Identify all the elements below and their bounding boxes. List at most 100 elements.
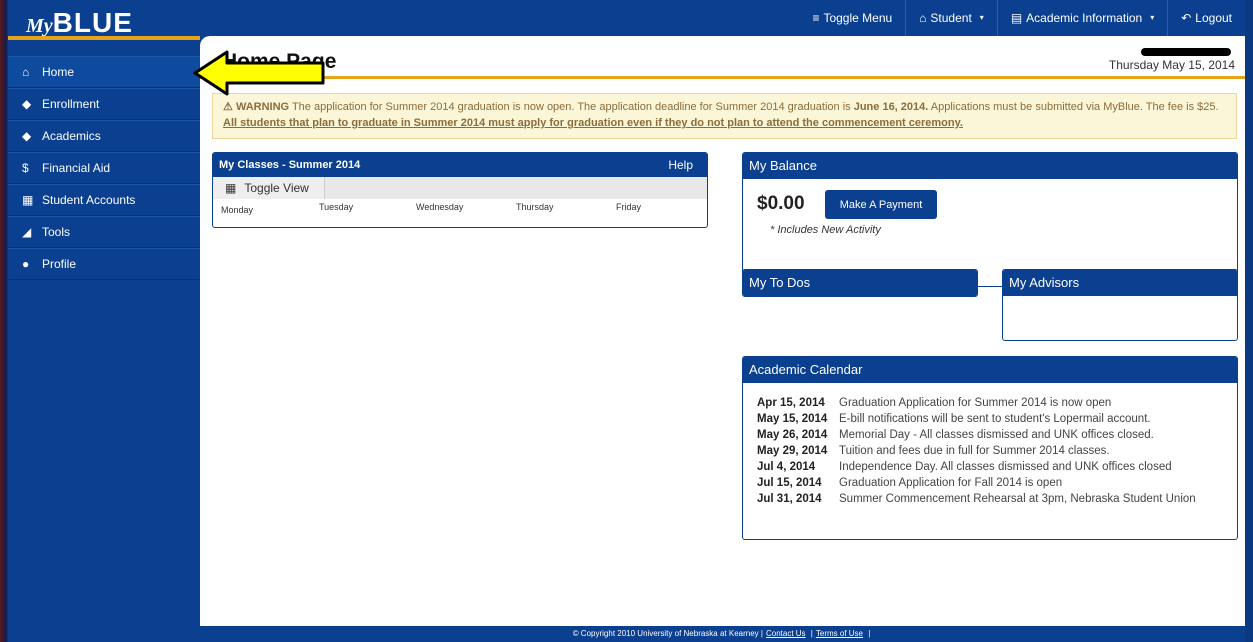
- sidebar-item-label: Student Accounts: [42, 193, 136, 207]
- sidebar-item-academics[interactable]: ◆ Academics: [8, 120, 200, 152]
- academic-calendar-panel: Academic Calendar Apr 15, 2014 Graduatio…: [742, 356, 1238, 540]
- event-text: Graduation Application for Summer 2014 i…: [839, 397, 1112, 409]
- sidebar-item-label: Profile: [42, 257, 77, 271]
- weekday-label: Friday: [616, 202, 642, 212]
- current-date: Thursday May 15, 2014: [1108, 58, 1235, 72]
- help-link[interactable]: Help: [668, 153, 693, 177]
- event-date: May 29, 2014: [757, 445, 828, 457]
- contact-us-link[interactable]: Contact Us: [766, 629, 806, 638]
- event-date: Jul 4, 2014: [757, 461, 816, 473]
- my-todos-header: My To Dos: [743, 270, 977, 296]
- event-text: E-bill notifications will be sent to stu…: [839, 413, 1151, 425]
- event-text: Memorial Day - All classes dismissed and…: [839, 429, 1154, 441]
- graduation-cap-icon: ◆: [22, 129, 32, 143]
- event-text: Summer Commencement Rehearsal at 3pm, Ne…: [839, 493, 1196, 505]
- footer-separator: |: [868, 629, 871, 638]
- my-advisors-header: My Advisors: [1003, 270, 1237, 296]
- warning-apply-link[interactable]: All students that plan to graduate in Su…: [223, 117, 963, 129]
- calendar-event: May 29, 2014 Tuition and fees due in ful…: [757, 443, 1223, 459]
- toggle-view-label: Toggle View: [244, 181, 309, 195]
- logout-button[interactable]: ↶ Logout: [1167, 0, 1245, 36]
- top-bar: MyBLUE ≡ Toggle Menu ⌂ Student ▾ ▤ Acade…: [8, 0, 1245, 39]
- chevron-down-icon: ▾: [979, 13, 984, 22]
- balance-note: * Includes New Activity: [770, 224, 881, 236]
- student-menu-label: Student: [930, 11, 972, 25]
- logout-label: Logout: [1195, 11, 1232, 25]
- student-menu[interactable]: ⌂ Student ▾: [905, 0, 997, 36]
- event-text: Independence Day. All classes dismissed …: [839, 461, 1172, 473]
- event-date: Apr 15, 2014: [757, 397, 825, 409]
- title-rule: [200, 76, 1245, 79]
- menu-icon: ≡: [812, 11, 820, 25]
- sidebar-item-home[interactable]: ⌂ Home: [8, 56, 200, 88]
- weekday-label: Thursday: [516, 202, 554, 212]
- my-classes-panel: My Classes - Summer 2014 Help ▦ Toggle V…: [212, 152, 708, 228]
- my-balance-panel: My Balance $0.00 Make A Payment * Includ…: [742, 152, 1238, 287]
- sidebar: ⌂ Home ◆ Enrollment ◆ Academics $ Financ…: [8, 36, 200, 642]
- home-icon: ⌂: [22, 65, 30, 79]
- my-advisors-panel: My Advisors: [1002, 269, 1238, 341]
- logout-icon: ↶: [1181, 11, 1192, 25]
- user-icon: ●: [22, 257, 30, 271]
- brand-name: BLUE: [52, 7, 133, 38]
- sidebar-accent-rule: [8, 36, 200, 40]
- calculator-icon: ▦: [22, 193, 34, 207]
- calendar-event: May 15, 2014 E-bill notifications will b…: [757, 411, 1223, 427]
- footer: © Copyright 2010 University of Nebraska …: [8, 626, 1245, 642]
- tools-icon: ◢: [22, 225, 32, 239]
- toggle-view-bar: ▦ Toggle View: [213, 177, 707, 199]
- redacted-name: [1141, 48, 1231, 56]
- home-icon: ⌂: [919, 11, 927, 25]
- weekday-header: Monday Tuesday Wednesday Thursday Friday: [213, 199, 707, 223]
- sidebar-item-label: Tools: [42, 225, 71, 239]
- event-text: Graduation Application for Fall 2014 is …: [839, 477, 1063, 489]
- toggle-view-button[interactable]: ▦ Toggle View: [213, 177, 325, 199]
- book-icon: ▤: [1010, 11, 1023, 25]
- academic-information-label: Academic Information: [1026, 11, 1143, 25]
- warning-label: WARNING: [235, 101, 290, 113]
- my-classes-title: My Classes - Summer 2014: [219, 159, 361, 171]
- top-nav: ≡ Toggle Menu ⌂ Student ▾ ▤ Academic Inf…: [799, 0, 1245, 36]
- my-balance-header: My Balance: [743, 153, 1237, 179]
- sidebar-item-label: Home: [42, 65, 75, 79]
- academic-information-menu[interactable]: ▤ Academic Information ▾: [996, 0, 1167, 36]
- warning-deadline: June 16, 2014.: [853, 101, 929, 113]
- sidebar-item-financial-aid[interactable]: $ Financial Aid: [8, 152, 200, 184]
- footer-copyright: © Copyright 2010 University of Nebraska …: [572, 629, 759, 638]
- calendar-event: Jul 15, 2014 Graduation Application for …: [757, 475, 1223, 491]
- chevron-down-icon: ▾: [1150, 13, 1155, 22]
- enrollment-icon: ◆: [22, 97, 32, 111]
- calendar-event: May 26, 2014 Memorial Day - All classes …: [757, 427, 1223, 443]
- event-date: May 15, 2014: [757, 413, 828, 425]
- sidebar-item-label: Academics: [42, 129, 101, 143]
- calendar-event-list: Apr 15, 2014 Graduation Application for …: [743, 383, 1237, 507]
- brand-prefix: My: [26, 15, 53, 37]
- warning-text: The application for Summer 2014 graduati…: [289, 101, 854, 113]
- dollar-icon: $: [22, 161, 29, 175]
- event-date: May 26, 2014: [757, 429, 828, 441]
- terms-of-use-link[interactable]: Terms of Use: [816, 629, 863, 638]
- toggle-menu-button[interactable]: ≡ Toggle Menu: [799, 0, 905, 36]
- yellow-arrow-annotation: [193, 50, 325, 96]
- balance-amount: $0.00: [757, 193, 805, 214]
- toggle-bar-fill: [325, 177, 707, 199]
- graduation-warning: ⚠ WARNING The application for Summer 201…: [212, 93, 1237, 139]
- event-date: Jul 15, 2014: [757, 477, 822, 489]
- footer-separator: |: [760, 629, 763, 638]
- sidebar-item-enrollment[interactable]: ◆ Enrollment: [8, 88, 200, 120]
- make-payment-button[interactable]: Make A Payment: [825, 190, 937, 219]
- sidebar-item-student-accounts[interactable]: ▦ Student Accounts: [8, 184, 200, 216]
- calendar-event: Apr 15, 2014 Graduation Application for …: [757, 395, 1223, 411]
- my-classes-header: My Classes - Summer 2014 Help: [213, 153, 707, 177]
- calendar-icon: ▦: [225, 181, 237, 195]
- sidebar-item-profile[interactable]: ● Profile: [8, 248, 200, 280]
- app-frame: MyBLUE ≡ Toggle Menu ⌂ Student ▾ ▤ Acade…: [8, 0, 1245, 642]
- sidebar-item-label: Enrollment: [42, 97, 100, 111]
- brand-logo[interactable]: MyBLUE: [26, 7, 133, 39]
- sidebar-item-tools[interactable]: ◢ Tools: [8, 216, 200, 248]
- calendar-event: Jul 31, 2014 Summer Commencement Rehears…: [757, 491, 1223, 507]
- toggle-menu-label: Toggle Menu: [823, 11, 893, 25]
- main-content: Home Page Thursday May 15, 2014 ⚠ WARNIN…: [200, 36, 1245, 626]
- weekday-label: Tuesday: [319, 202, 354, 212]
- event-text: Tuition and fees due in full for Summer …: [839, 445, 1110, 457]
